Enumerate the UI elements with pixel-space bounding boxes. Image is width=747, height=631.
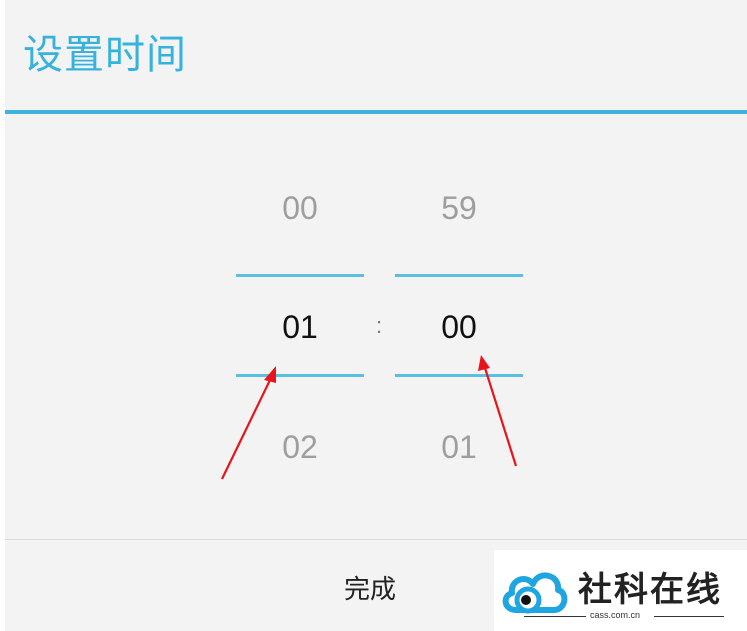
red-arrow-icon [478,355,518,467]
watermark-url: cass.com.cn [590,610,641,620]
red-arrow-icon [221,366,276,480]
watermark: 社科在线 cass.com.cn [494,550,747,631]
watermark-text: 社科在线 [578,570,722,610]
watermark-url-line-left [524,616,586,617]
cloud-eye-logo-icon [502,572,568,614]
watermark-url-line-right [654,616,724,617]
annotation-arrows [221,355,518,480]
